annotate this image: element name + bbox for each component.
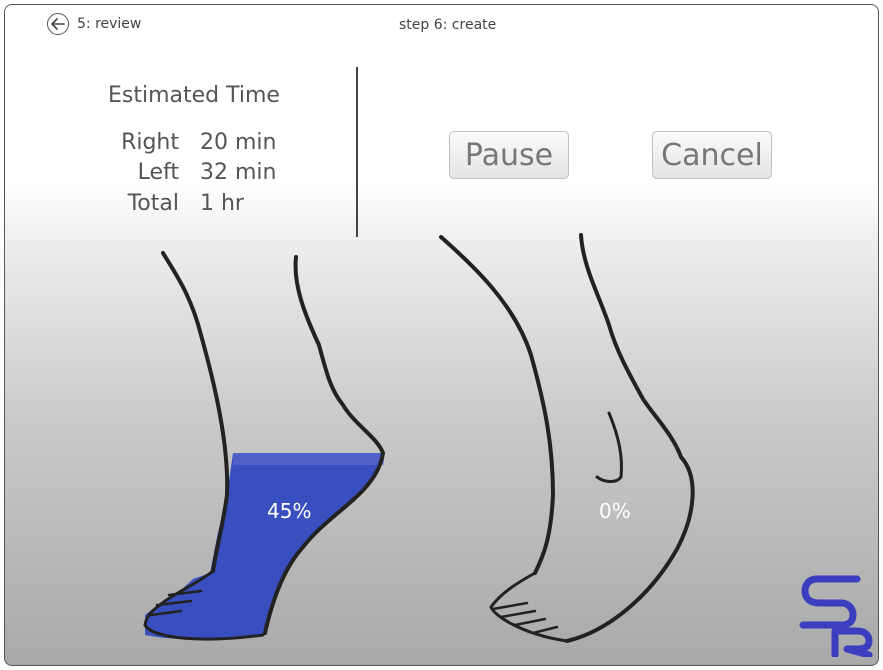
left-foot-percentage: 0%	[599, 499, 631, 523]
right-foot-fill-highlight	[233, 453, 384, 465]
right-foot-percentage: 45%	[267, 499, 312, 523]
feet-illustration	[143, 233, 695, 643]
left-foot-outline	[439, 233, 695, 643]
sr-logo	[799, 575, 873, 657]
app-window: 5: review step 6: create Estimated Time …	[4, 4, 879, 666]
